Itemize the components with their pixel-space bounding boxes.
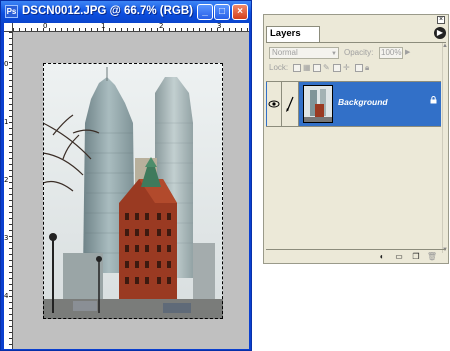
paintbrush-icon xyxy=(286,96,294,112)
palette-menu-arrow-icon[interactable]: ▶ xyxy=(434,27,446,39)
layer-visibility-toggle[interactable] xyxy=(267,82,282,126)
ruler-number: 0 xyxy=(43,22,48,30)
opacity-value: 100% xyxy=(381,48,402,57)
horizontal-ruler[interactable]: 0 1 2 3 xyxy=(13,22,249,32)
chevron-down-icon: ▼ xyxy=(331,51,337,57)
blend-mode-value: Normal xyxy=(272,48,298,57)
new-layer-icon[interactable]: ❐ xyxy=(410,251,422,262)
palette-titlebar[interactable]: × xyxy=(264,15,448,26)
ruler-number: 2 xyxy=(159,22,164,30)
palette-close-icon[interactable]: × xyxy=(437,16,445,24)
ruler-number: 0 xyxy=(4,60,9,68)
adjustment-layer-icon[interactable]: ◐ xyxy=(376,251,388,262)
move-icon: ✛ xyxy=(343,63,350,72)
checkerboard-icon: ▦ xyxy=(303,63,311,72)
opacity-label: Opacity: xyxy=(344,48,374,57)
canvas-area[interactable] xyxy=(13,32,249,349)
lock-image-checkbox[interactable] xyxy=(313,64,321,72)
opacity-arrow-icon[interactable]: ▶ xyxy=(405,47,414,59)
photo-canvas[interactable] xyxy=(43,63,223,319)
scroll-up-icon[interactable]: ▲ xyxy=(442,43,448,49)
photoshop-doc-icon: Ps xyxy=(5,5,18,18)
tab-layers-label: Layers xyxy=(270,28,301,39)
layer-name: Background xyxy=(338,97,388,107)
layer-link-toggle[interactable] xyxy=(282,82,299,126)
lock-icon: 🔒︎ xyxy=(365,63,370,72)
layers-scrollbar[interactable]: ▲ ▼ xyxy=(442,43,448,253)
ruler-number: 1 xyxy=(101,22,106,30)
minimize-button[interactable]: _ xyxy=(197,4,213,20)
blend-mode-select[interactable]: Normal ▼ xyxy=(269,47,339,59)
new-set-icon[interactable]: ▭ xyxy=(393,251,405,262)
delete-layer-icon[interactable]: 🗑︎ xyxy=(426,251,438,262)
vertical-ruler[interactable]: 0 1 2 3 4 xyxy=(4,32,13,349)
tab-layers[interactable]: Layers xyxy=(266,26,320,42)
ruler-number: 1 xyxy=(4,118,9,126)
palette-footer: ◐ ▭ ❐ 🗑︎ xyxy=(266,249,446,263)
ruler-number: 3 xyxy=(217,22,222,30)
maximize-button[interactable]: □ xyxy=(214,4,230,20)
ruler-number: 3 xyxy=(4,234,9,242)
layer-row-background[interactable]: Background xyxy=(266,81,441,127)
lock-row: Lock: ▦ ✎ ✛ 🔒︎ xyxy=(269,63,445,75)
lock-all-checkbox[interactable] xyxy=(355,64,363,72)
brush-icon: ✎ xyxy=(323,63,330,72)
layer-lock-icon xyxy=(430,96,437,104)
eye-icon xyxy=(268,100,280,108)
ruler-number: 4 xyxy=(4,292,9,300)
document-window[interactable]: Ps DSCN0012.JPG @ 66.7% (RGB) _ □ × 0 1 … xyxy=(0,0,252,351)
lock-transparency-checkbox[interactable] xyxy=(293,64,301,72)
close-button[interactable]: × xyxy=(232,4,248,20)
layers-palette[interactable]: × Layers ▶ Normal ▼ Opacity: 100% ▶ Lock… xyxy=(263,14,449,264)
document-titlebar[interactable]: Ps DSCN0012.JPG @ 66.7% (RGB) _ □ × xyxy=(1,1,251,23)
ruler-number: 2 xyxy=(4,176,9,184)
lock-label: Lock: xyxy=(269,63,289,72)
lock-position-checkbox[interactable] xyxy=(333,64,341,72)
opacity-field[interactable]: 100% xyxy=(379,47,403,59)
ruler-origin[interactable] xyxy=(4,23,13,32)
city-photo-image xyxy=(43,63,223,319)
layer-thumbnail[interactable] xyxy=(303,85,333,123)
layers-palette-body: Normal ▼ Opacity: 100% ▶ Lock: ▦ ✎ ✛ 🔒︎ xyxy=(266,42,448,253)
layer-thumbnail-image xyxy=(304,86,332,122)
document-title: DSCN0012.JPG @ 66.7% (RGB) xyxy=(22,5,193,17)
